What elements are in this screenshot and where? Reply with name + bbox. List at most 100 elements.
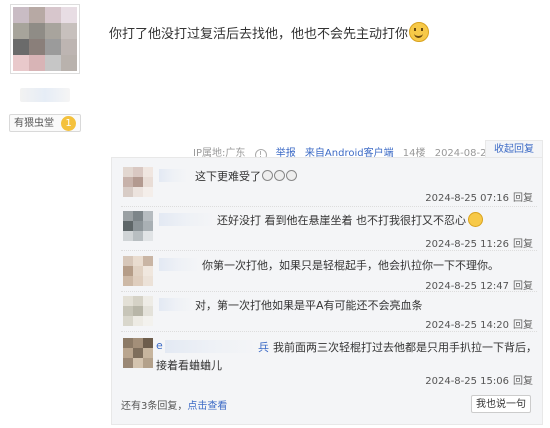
avatar-pixel (133, 266, 143, 276)
avatar-pixel (143, 316, 153, 326)
avatar-pixel (123, 348, 133, 358)
author-badge[interactable]: 有猥虫堂 1 (9, 114, 81, 132)
avatar-pixel (123, 221, 133, 231)
avatar-pixel (13, 23, 29, 39)
reply-avatar[interactable] (123, 167, 153, 197)
avatar-pixel (133, 358, 143, 368)
reply-meta: 2024-8-25 15:06 回复 (425, 372, 533, 387)
reply-username-suffix[interactable]: 兵 (258, 339, 269, 355)
avatar-pixel (143, 358, 153, 368)
author-avatar[interactable] (10, 4, 80, 74)
avatar-pixel (45, 55, 61, 71)
avatar-pixel (61, 23, 77, 39)
avatar-pixel (29, 23, 45, 39)
avatar-pixel (123, 187, 133, 197)
avatar-pixel (133, 221, 143, 231)
avatar-pixel (29, 39, 45, 55)
reply-username-prefix[interactable]: e (156, 339, 163, 352)
avatar-pixel (123, 316, 133, 326)
avatar-pixel (143, 211, 153, 221)
avatar-pixel (133, 306, 143, 316)
avatar-pixel (143, 167, 153, 177)
avatar-pixel (133, 187, 143, 197)
post-content: 你打了他没打过复活后去找他，他也不会先主动打你 (109, 22, 430, 42)
reply-username-blurred[interactable] (159, 213, 215, 226)
reply-item: 你第一次打他，如果只是轻棍起手，他会扒拉你一下不理你。 2024-8-25 12… (121, 252, 537, 296)
avatar-pixel (133, 167, 143, 177)
author-username-blurred[interactable] (20, 88, 70, 102)
reply-divider (121, 250, 537, 251)
avatar-pixel (123, 211, 133, 221)
avatar-mosaic (13, 7, 77, 71)
reply-item: 还好没打 看到他在悬崖坐着 也不打我很打又不忍心 2024-8-25 11:26… (121, 207, 537, 251)
avatar-pixel (123, 167, 133, 177)
collapse-replies-button[interactable]: 收起回复 (485, 140, 543, 157)
emoji-icon (468, 212, 483, 227)
reply-avatar[interactable] (123, 296, 153, 326)
reply-item: e 兵 我前面两三次轻棍打过去他都是只用手扒拉一下背后， 接着看蛐蛐儿 2024… (121, 334, 537, 387)
avatar-pixel (123, 338, 133, 348)
reply-avatar[interactable] (123, 211, 153, 241)
avatar-pixel (133, 348, 143, 358)
reply-button[interactable]: 回复 (513, 320, 533, 331)
avatar-pixel (29, 55, 45, 71)
post-text: 你打了他没打过复活后去找他，他也不会先主动打你 (109, 27, 409, 42)
view-more-link[interactable]: 点击查看 (187, 401, 227, 412)
reply-username-blurred[interactable] (165, 340, 257, 353)
avatar-pixel (61, 39, 77, 55)
avatar-pixel (133, 231, 143, 241)
avatar-pixel (143, 306, 153, 316)
avatar-pixel (133, 177, 143, 187)
reply-time: 2024-8-25 07:16 (425, 193, 509, 204)
reply-text: 还好没打 看到他在悬崖坐着 也不打我很打又不忍心 (217, 212, 483, 228)
avatar-pixel (29, 7, 45, 23)
badge-level-icon: 1 (61, 116, 76, 131)
reply-text: 这下更难受了 (195, 168, 297, 184)
avatar-pixel (133, 276, 143, 286)
reply-username-blurred[interactable] (159, 298, 193, 311)
avatar-pixel (13, 55, 29, 71)
avatar-pixel (61, 55, 77, 71)
avatar-pixel (133, 256, 143, 266)
reply-text: 你第一次打他，如果只是轻棍起手，他会扒拉你一下不理你。 (202, 259, 499, 272)
avatar-pixel (143, 177, 153, 187)
reply-time: 2024-8-25 14:20 (425, 320, 509, 331)
reply-button[interactable]: 回复 (513, 376, 533, 387)
avatar-pixel (123, 256, 133, 266)
avatar-pixel (45, 39, 61, 55)
reply-username-blurred[interactable] (159, 169, 187, 182)
avatar-pixel (61, 7, 77, 23)
reply-avatar[interactable] (123, 338, 153, 368)
avatar-pixel (13, 39, 29, 55)
reply-username-blurred[interactable] (159, 258, 199, 271)
avatar-pixel (123, 231, 133, 241)
reply-meta: 2024-8-25 11:26 回复 (425, 235, 533, 250)
avatar-pixel (143, 221, 153, 231)
reply-text: 我前面两三次轻棍打过去他都是只用手扒拉一下背后， (273, 341, 537, 354)
reply-button[interactable]: 回复 (513, 239, 533, 250)
reply-text: 对，第一次打他如果是平A有可能还不会亮血条 (195, 299, 423, 312)
badge-label: 有猥虫堂 (14, 118, 54, 129)
reply-time: 2024-8-25 15:06 (425, 376, 509, 387)
reply-button[interactable]: 回复 (513, 193, 533, 204)
avatar-pixel (143, 256, 153, 266)
avatar-pixel (13, 7, 29, 23)
more-replies-text: 还有3条回复， (121, 401, 188, 412)
reply-meta: 2024-8-25 07:16 回复 (425, 189, 533, 204)
reply-avatar[interactable] (123, 256, 153, 286)
avatar-pixel (45, 7, 61, 23)
write-reply-button[interactable]: 我也说一句 (471, 395, 531, 413)
avatar-pixel (133, 211, 143, 221)
avatar-pixel (133, 338, 143, 348)
emoji-icon (262, 170, 273, 181)
avatar-pixel (123, 276, 133, 286)
avatar-pixel (143, 276, 153, 286)
reply-time: 2024-8-25 11:26 (425, 239, 509, 250)
avatar-pixel (123, 358, 133, 368)
avatar-pixel (133, 296, 143, 306)
avatar-pixel (143, 266, 153, 276)
avatar-pixel (143, 348, 153, 358)
avatar-pixel (123, 266, 133, 276)
reply-meta: 2024-8-25 14:20 回复 (425, 316, 533, 331)
smile-emoji-icon (409, 22, 430, 42)
